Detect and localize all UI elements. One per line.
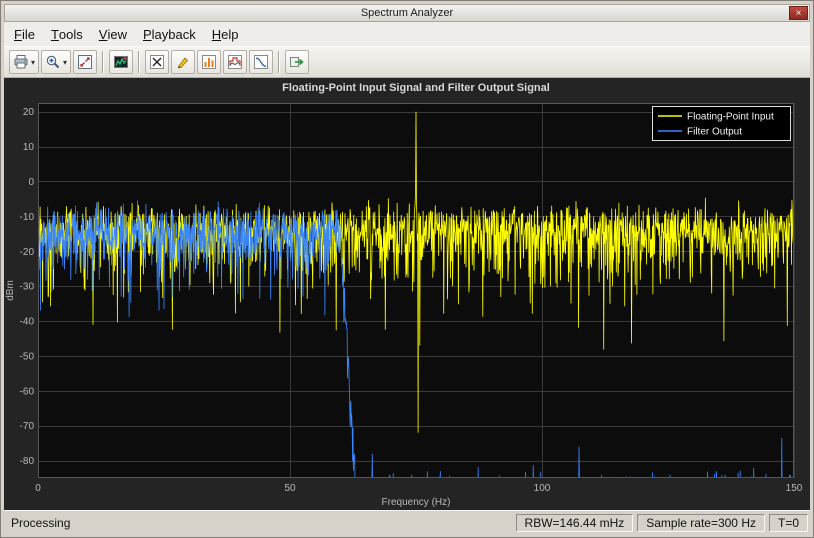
- spectrum-display: 20100-10-20-30-40-50-60-70-80050100150Fl…: [4, 78, 810, 510]
- y-tick-label: -80: [20, 456, 35, 467]
- y-tick-label: 10: [23, 142, 35, 153]
- close-button[interactable]: ×: [789, 6, 808, 20]
- zoom-icon: [45, 54, 61, 70]
- x-tick-label: 100: [534, 483, 551, 494]
- status-bar: Processing RBW=146.44 mHz Sample rate=30…: [4, 510, 810, 534]
- title-bar[interactable]: Spectrum Analyzer ×: [4, 4, 810, 22]
- y-tick-label: -70: [20, 421, 35, 432]
- status-sample-rate: Sample rate=300 Hz: [637, 514, 765, 532]
- y-tick-label: -60: [20, 386, 35, 397]
- x-tick-label: 50: [284, 483, 296, 494]
- x-tick-label: 0: [35, 483, 41, 494]
- legend-label: Filter Output: [687, 127, 742, 138]
- chart-title: Floating-Point Input Signal and Filter O…: [282, 82, 550, 94]
- y-axis-label: dBm: [5, 280, 16, 301]
- legend[interactable]: Floating-Point Input Filter Output: [653, 107, 791, 141]
- menu-accel-letter: F: [14, 27, 22, 42]
- spectrum-settings-icon: [113, 54, 129, 70]
- spectral-mask-icon: [227, 54, 243, 70]
- menu-bar: FileToolsViewPlaybackHelp: [4, 22, 810, 46]
- menu-accel-letter: V: [99, 27, 108, 42]
- status-rbw: RBW=146.44 mHz: [516, 514, 634, 532]
- status-message: Processing: [6, 516, 512, 530]
- playback-options-icon: [289, 54, 305, 70]
- zoom-button[interactable]: ▾: [41, 50, 71, 74]
- toolbar-separator: [138, 51, 140, 73]
- menu-file[interactable]: File: [6, 22, 43, 46]
- toolbar-separator: [278, 51, 280, 73]
- fit-to-view-button[interactable]: [73, 50, 97, 74]
- spectrum-analyzer-window: Spectrum Analyzer × FileToolsViewPlaybac…: [0, 0, 814, 538]
- menu-playback[interactable]: Playback: [135, 22, 204, 46]
- fit-to-view-icon: [77, 54, 93, 70]
- x-axis-label: Frequency (Hz): [382, 497, 451, 508]
- spectrum-settings-button[interactable]: [109, 50, 133, 74]
- printer-icon: [13, 54, 29, 70]
- peak-finder-icon: [175, 54, 191, 70]
- y-tick-label: -30: [20, 282, 35, 293]
- distortion-measurements-icon: [201, 54, 217, 70]
- ccdf-measurements-button[interactable]: [249, 50, 273, 74]
- spectral-mask-button[interactable]: [223, 50, 247, 74]
- menu-accel-letter: T: [51, 27, 59, 42]
- window-title: Spectrum Analyzer: [361, 7, 453, 19]
- toolbar: ▾▾: [4, 46, 810, 78]
- menu-accel-letter: H: [212, 27, 221, 42]
- y-tick-label: 0: [28, 177, 34, 188]
- cursor-measurements-icon: [149, 54, 165, 70]
- menu-accel-letter: P: [143, 27, 152, 42]
- close-icon: ×: [796, 8, 802, 19]
- status-time: T=0: [769, 514, 808, 532]
- y-tick-label: -20: [20, 247, 35, 258]
- cursor-measurements-button[interactable]: [145, 50, 169, 74]
- dropdown-arrow-icon: ▾: [31, 58, 35, 67]
- x-tick-label: 150: [786, 483, 803, 494]
- dropdown-arrow-icon: ▾: [63, 58, 67, 67]
- menu-tools[interactable]: Tools: [43, 22, 91, 46]
- y-tick-label: -50: [20, 351, 35, 362]
- y-tick-label: -40: [20, 317, 35, 328]
- y-tick-label: -10: [20, 212, 35, 223]
- menu-view[interactable]: View: [91, 22, 135, 46]
- peak-finder-button[interactable]: [171, 50, 195, 74]
- legend-label: Floating-Point Input: [687, 112, 774, 123]
- spectrum-chart[interactable]: 20100-10-20-30-40-50-60-70-80050100150Fl…: [4, 78, 810, 510]
- print-button[interactable]: ▾: [9, 50, 39, 74]
- ccdf-measurements-icon: [253, 54, 269, 70]
- playback-options-button[interactable]: [285, 50, 309, 74]
- menu-help[interactable]: Help: [204, 22, 247, 46]
- distortion-measurements-button[interactable]: [197, 50, 221, 74]
- toolbar-separator: [102, 51, 104, 73]
- y-tick-label: 20: [23, 107, 35, 118]
